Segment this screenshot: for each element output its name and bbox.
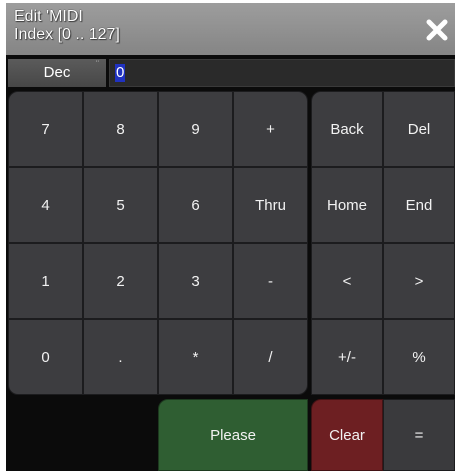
- key-end[interactable]: End: [383, 167, 455, 243]
- key-thru[interactable]: Thru: [233, 167, 308, 243]
- key-dot[interactable]: .: [83, 319, 158, 395]
- value-input[interactable]: 0: [109, 59, 455, 87]
- clear-button[interactable]: Clear: [311, 399, 383, 471]
- key-left[interactable]: <: [311, 243, 383, 319]
- key-back[interactable]: Back: [311, 91, 383, 167]
- value-text: 0: [115, 64, 126, 82]
- please-button[interactable]: Please: [158, 399, 308, 471]
- key-minus[interactable]: -: [233, 243, 308, 319]
- close-icon: [426, 19, 448, 41]
- key-0[interactable]: 0: [8, 319, 83, 395]
- key-5[interactable]: 5: [83, 167, 158, 243]
- key-4[interactable]: 4: [8, 167, 83, 243]
- key-1[interactable]: 1: [8, 243, 83, 319]
- dialog-titlebar: Edit 'MIDI Index [0 .. 127]: [6, 3, 455, 55]
- key-8[interactable]: 8: [83, 91, 158, 167]
- key-9[interactable]: 9: [158, 91, 233, 167]
- key-equals[interactable]: =: [383, 399, 455, 471]
- key-6[interactable]: 6: [158, 167, 233, 243]
- key-slash[interactable]: /: [233, 319, 308, 395]
- key-7[interactable]: 7: [8, 91, 83, 167]
- input-row: Dec ¨ 0: [6, 59, 455, 87]
- close-button[interactable]: [423, 16, 451, 44]
- key-plus[interactable]: +: [233, 91, 308, 167]
- key-star[interactable]: *: [158, 319, 233, 395]
- key-plus-minus[interactable]: +/-: [311, 319, 383, 395]
- key-del[interactable]: Del: [383, 91, 455, 167]
- dialog-title-line1: Edit 'MIDI: [14, 8, 83, 25]
- edit-dialog: Edit 'MIDI Index [0 .. 127] Dec ¨ 0 7 8 …: [6, 3, 455, 471]
- key-3[interactable]: 3: [158, 243, 233, 319]
- key-2[interactable]: 2: [83, 243, 158, 319]
- dialog-title-line2: Index [0 .. 127]: [14, 26, 120, 43]
- mode-grip-icon: ¨: [96, 59, 99, 69]
- mode-label: Dec: [43, 64, 71, 81]
- number-mode-selector[interactable]: Dec ¨: [8, 59, 106, 87]
- key-percent[interactable]: %: [383, 319, 455, 395]
- key-home[interactable]: Home: [311, 167, 383, 243]
- key-right[interactable]: >: [383, 243, 455, 319]
